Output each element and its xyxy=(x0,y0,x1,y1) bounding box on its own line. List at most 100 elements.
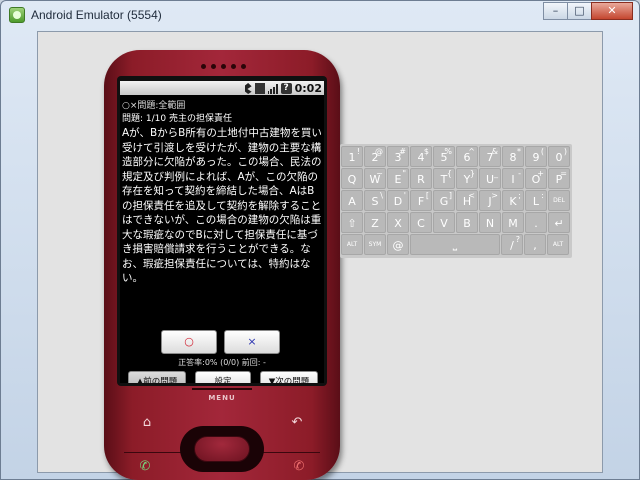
question-text: Aが、BからB所有の土地付中古建物を買い受けて引渡しを受けたが、建物の主要な構造… xyxy=(122,127,322,284)
key-s[interactable]: S \ xyxy=(364,190,386,211)
key-u[interactable]: U _ xyxy=(479,168,501,189)
key-del[interactable]: DEL xyxy=(548,190,570,211)
key-label: ALT xyxy=(346,241,358,248)
key-alt-label: [ xyxy=(425,191,429,200)
key-alt-label: ) xyxy=(563,147,567,156)
trackball-center[interactable] xyxy=(194,436,250,462)
key-k[interactable]: K; xyxy=(502,190,524,211)
prev-question-button[interactable]: ▲前の問題 xyxy=(128,371,186,383)
key-label: DEL xyxy=(553,197,565,204)
end-call-key-icon[interactable]: ✆ xyxy=(284,456,314,478)
key-5[interactable]: , xyxy=(524,234,546,255)
key-alt-label: > xyxy=(491,191,498,200)
chin-divider-right xyxy=(260,452,320,453)
key-2[interactable]: @ xyxy=(387,234,409,255)
key-alt-label: @ xyxy=(375,147,383,156)
key-5[interactable]: 5% xyxy=(433,146,455,167)
key-c[interactable]: C xyxy=(410,212,432,233)
key-h[interactable]: H < xyxy=(456,190,478,211)
network-3g-icon xyxy=(254,83,265,94)
minimize-button[interactable]: – xyxy=(543,2,568,20)
key-alt-label: ' xyxy=(403,191,406,200)
key-alt-label: + xyxy=(537,169,544,178)
maximize-button[interactable]: □ xyxy=(567,2,592,20)
key-x[interactable]: X xyxy=(387,212,409,233)
key-z[interactable]: Z xyxy=(364,212,386,233)
key-m[interactable]: M xyxy=(502,212,524,233)
key-label: ⇧ xyxy=(347,217,357,230)
key-alt-label: } xyxy=(469,169,475,178)
next-question-button[interactable]: ▼次の問題 xyxy=(260,371,318,383)
key-alt-label: \ xyxy=(380,191,383,200)
key-l[interactable]: L: xyxy=(525,190,547,211)
home-key-icon[interactable]: ⌂ xyxy=(132,412,162,434)
key-label: R xyxy=(417,173,425,186)
key-sym[interactable]: SYM xyxy=(364,234,386,255)
question-header: 問題: 1/10 売主の担保責任 xyxy=(122,114,232,124)
key-alt-label: ; xyxy=(518,191,521,200)
key-i[interactable]: I- xyxy=(502,168,524,189)
menu-key[interactable]: MENU xyxy=(104,394,340,402)
key-label: , xyxy=(533,239,537,252)
key-alt-label: { xyxy=(446,169,452,178)
key-label: A xyxy=(348,195,356,208)
key-alt-label: - xyxy=(518,169,521,178)
key-y[interactable]: Y} xyxy=(456,168,478,189)
keyboard-row: Q W ~ E " R T{Y} U _ I - O + P = xyxy=(341,168,570,189)
trackball[interactable] xyxy=(180,426,264,472)
app-title: ○×問題:全範囲 xyxy=(122,101,186,111)
window-title: Android Emulator (5554) xyxy=(31,8,162,22)
key-label: M xyxy=(508,217,518,230)
key-q[interactable]: Q xyxy=(341,168,363,189)
key-8[interactable]: 8 * xyxy=(502,146,524,167)
key-t[interactable]: T{ xyxy=(433,168,455,189)
key-b[interactable]: B xyxy=(456,212,478,233)
keyboard-row: ALT SYM @ ⎵ /?, ALT xyxy=(341,234,569,255)
android-app-icon xyxy=(9,7,25,23)
key-n[interactable]: N xyxy=(479,212,501,233)
back-key-icon[interactable]: ↶ xyxy=(282,412,312,434)
key-9[interactable]: ↵ xyxy=(548,212,570,233)
key-j[interactable]: J > xyxy=(479,190,501,211)
title-bar[interactable]: Android Emulator (5554) – □ ✕ xyxy=(1,1,639,31)
key-g[interactable]: G] xyxy=(433,190,455,211)
key-4[interactable]: 4 $ xyxy=(410,146,432,167)
key-alt-label: < xyxy=(468,191,475,200)
bluetooth-icon xyxy=(244,83,252,94)
device-screen[interactable]: ? 0:02 ○×問題:全範囲 問題: 1/10 売主の担保責任 Aが、BからB… xyxy=(120,81,324,383)
key-label: Q xyxy=(347,173,357,186)
key-4[interactable]: /? xyxy=(501,234,523,255)
key-label: ALT xyxy=(552,241,564,248)
call-key-icon[interactable]: ✆ xyxy=(130,456,160,478)
key-9[interactable]: 9( xyxy=(525,146,547,167)
answer-true-button[interactable]: ○ xyxy=(161,330,217,354)
key-1[interactable]: 1! xyxy=(341,146,363,167)
key-r[interactable]: R xyxy=(410,168,432,189)
settings-button[interactable]: 設定 xyxy=(195,371,251,383)
key-w[interactable]: W ~ xyxy=(364,168,386,189)
key-0[interactable]: 0) xyxy=(548,146,570,167)
key-label: C xyxy=(417,217,425,230)
key-p[interactable]: P = xyxy=(548,168,570,189)
phone-skin: ? 0:02 ○×問題:全範囲 問題: 1/10 売主の担保責任 Aが、BからB… xyxy=(104,50,340,480)
key-2[interactable]: 2 @ xyxy=(364,146,386,167)
key-a[interactable]: A xyxy=(341,190,363,211)
key-d[interactable]: D ' xyxy=(387,190,409,211)
key-o[interactable]: O + xyxy=(525,168,547,189)
question-nav: ▲前の問題 設定 ▼次の問題 xyxy=(128,371,318,383)
key-8[interactable]: . xyxy=(525,212,547,233)
key-3[interactable]: 3 # xyxy=(387,146,409,167)
key-7[interactable]: 7 & xyxy=(479,146,501,167)
emulator-window: Android Emulator (5554) – □ ✕ ? 0:02 ○×問… xyxy=(0,0,640,480)
key-6[interactable]: 6 ^ xyxy=(456,146,478,167)
key-v[interactable]: V xyxy=(433,212,455,233)
key-alt[interactable]: ALT xyxy=(547,234,569,255)
close-button[interactable]: ✕ xyxy=(591,2,633,20)
key-e[interactable]: E " xyxy=(387,168,409,189)
answer-false-button[interactable]: × xyxy=(224,330,280,354)
key-0[interactable]: ⇧ xyxy=(341,212,363,233)
key-label: @ xyxy=(392,239,404,252)
key-f[interactable]: F[ xyxy=(410,190,432,211)
key-3[interactable]: ⎵ xyxy=(410,234,500,255)
key-alt[interactable]: ALT xyxy=(341,234,363,255)
